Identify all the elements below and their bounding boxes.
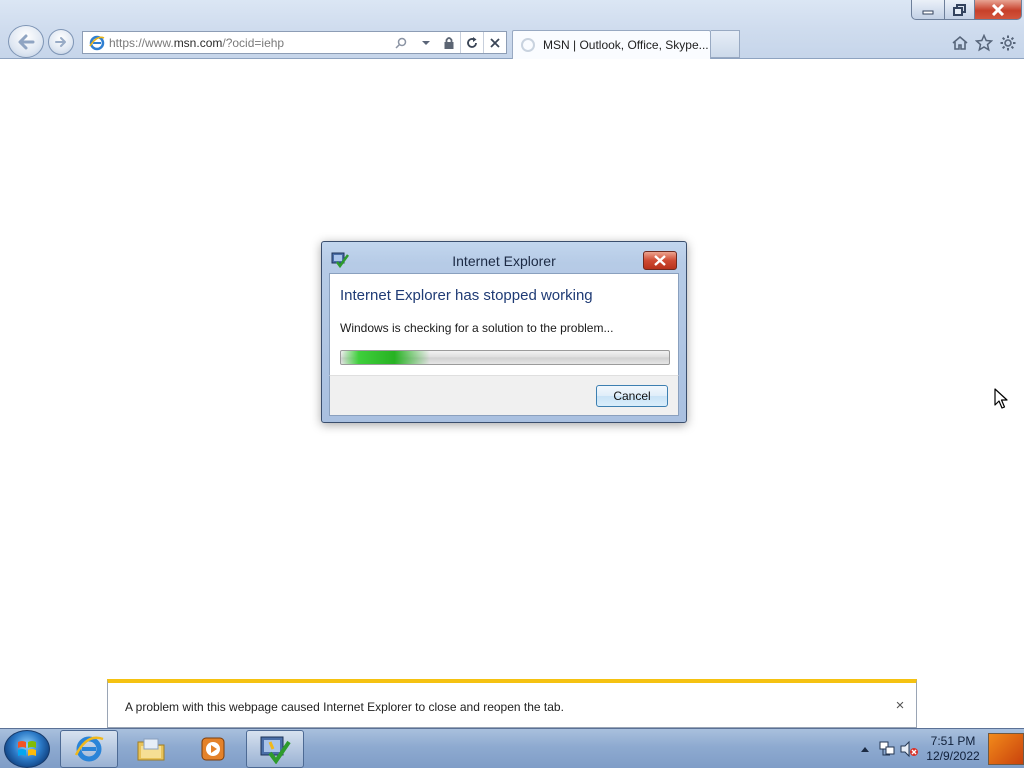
command-icons [950, 33, 1018, 53]
search-dropdown-button[interactable] [391, 32, 414, 53]
clock-date: 12/9/2022 [926, 749, 980, 763]
new-tab-button[interactable] [711, 30, 740, 58]
restore-icon [952, 3, 966, 16]
taskbar-media-player[interactable] [184, 730, 242, 768]
back-button[interactable] [8, 25, 44, 58]
dialog-titlebar[interactable]: Internet Explorer [322, 242, 686, 272]
cancel-button[interactable]: Cancel [596, 385, 668, 407]
tab-title: MSN | Outlook, Office, Skype... [543, 38, 709, 52]
show-hidden-icons-button[interactable] [854, 738, 876, 760]
url-domain: msn.com [173, 35, 223, 50]
taskbar-windows-explorer[interactable] [122, 730, 180, 768]
dialog-footer: Cancel [329, 375, 679, 416]
problem-reporting-icon [260, 736, 291, 764]
tools-button[interactable] [998, 33, 1018, 53]
minimize-icon [922, 10, 934, 14]
show-desktop-button[interactable] [988, 733, 1024, 765]
tab-msn[interactable]: MSN | Outlook, Office, Skype... [512, 30, 711, 59]
url-text[interactable]: https://www.msn.com/?ocid=iehp [109, 36, 391, 50]
close-icon [991, 3, 1005, 16]
notification-text: A problem with this webpage caused Inter… [125, 700, 564, 714]
volume-muted-icon [900, 740, 918, 758]
url-path: /?ocid=iehp [222, 35, 285, 50]
start-button[interactable] [4, 730, 50, 768]
folder-icon [137, 738, 165, 761]
back-arrow-icon [18, 34, 35, 49]
taskbar-problem-reporting[interactable] [246, 730, 304, 768]
search-icon [395, 37, 407, 49]
dialog-title: Internet Explorer [452, 253, 556, 269]
media-player-icon [201, 737, 225, 761]
clock-time: 7:51 PM [930, 734, 976, 748]
restore-button[interactable] [945, 0, 975, 20]
network-status[interactable] [876, 738, 898, 760]
lock-icon [444, 36, 454, 49]
notification-close-button[interactable]: × [893, 697, 907, 714]
loading-spinner-icon [521, 38, 535, 52]
refresh-icon [467, 36, 477, 48]
windows-logo-icon [18, 741, 36, 756]
clock[interactable]: 7:51 PM 12/9/2022 [920, 734, 986, 764]
minimize-button[interactable] [911, 0, 945, 20]
stop-icon [490, 37, 500, 48]
network-icon [879, 741, 895, 756]
close-icon [654, 255, 666, 266]
tools-gear-icon [1000, 35, 1016, 51]
ie-page-icon [87, 33, 107, 53]
ie-icon [74, 736, 104, 762]
browser-toolbar: https://www.msn.com/?ocid=iehp MSN | Out… [0, 0, 1024, 59]
favorites-button[interactable] [974, 33, 994, 53]
notification-bar: A problem with this webpage caused Inter… [107, 679, 917, 728]
security-lock-button[interactable] [437, 32, 460, 53]
ie-stopped-working-dialog: Internet Explorer Internet Explorer has … [321, 241, 687, 423]
dialog-message: Windows is checking for a solution to th… [340, 321, 614, 335]
dialog-close-button[interactable] [643, 251, 677, 270]
home-icon [952, 35, 968, 50]
close-window-button[interactable] [975, 0, 1022, 20]
taskbar: 7:51 PM 12/9/2022 [0, 728, 1024, 768]
address-bar[interactable]: https://www.msn.com/?ocid=iehp [82, 31, 507, 54]
refresh-button[interactable] [460, 32, 483, 53]
window-controls [911, 0, 1022, 20]
home-button[interactable] [950, 33, 970, 53]
chevron-down-icon [422, 40, 430, 45]
progress-bar-fill [341, 351, 430, 364]
url-prefix: https://www. [109, 35, 174, 50]
dialog-heading: Internet Explorer has stopped working [340, 287, 593, 304]
forward-arrow-icon [55, 37, 66, 47]
favorites-star-icon [975, 34, 993, 52]
chevron-up-icon [861, 747, 869, 752]
volume-control[interactable] [898, 738, 920, 760]
address-dropdown-button[interactable] [414, 32, 437, 53]
progress-bar [340, 350, 670, 365]
system-tray: 7:51 PM 12/9/2022 [854, 729, 1024, 768]
forward-button[interactable] [48, 29, 74, 55]
taskbar-internet-explorer[interactable] [60, 730, 118, 768]
dialog-content: Internet Explorer has stopped working Wi… [329, 273, 679, 375]
mouse-cursor-icon [994, 388, 1008, 409]
stop-button[interactable] [483, 32, 506, 53]
